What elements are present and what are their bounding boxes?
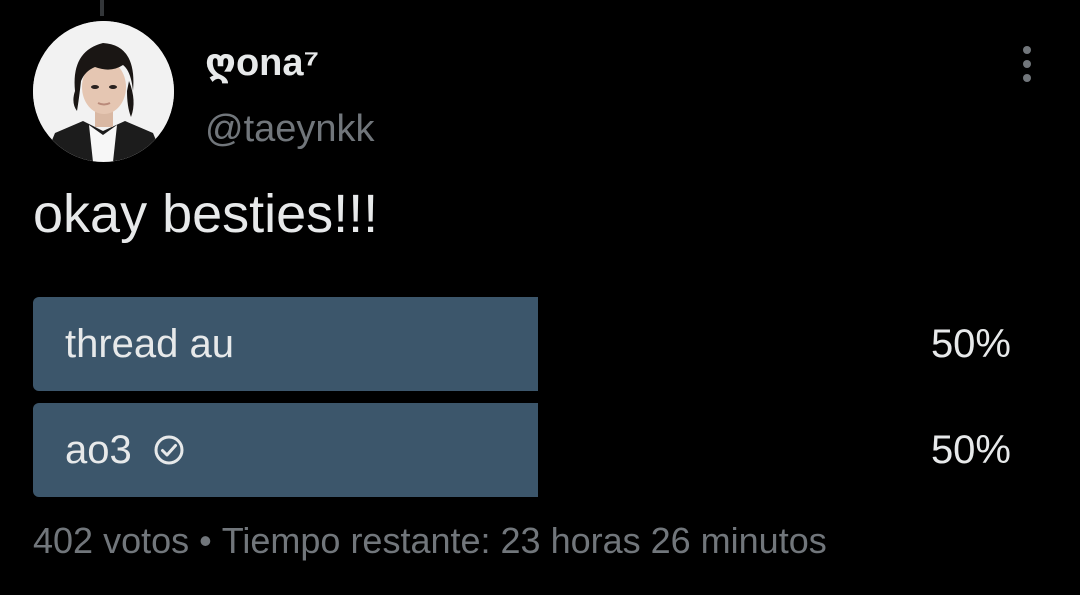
user-handle[interactable]: @taeynkk [205, 104, 375, 154]
poll-option-label: ao3 [65, 428, 132, 472]
poll-meta-separator: • [199, 520, 212, 561]
poll-option: thread au 50% [33, 297, 1043, 391]
poll-vote-count: 402 votos [33, 520, 190, 561]
poll: thread au 50% ao3 50% [33, 297, 1043, 509]
poll-option-percent: 50% [930, 322, 1011, 366]
thread-connector-line [100, 0, 104, 16]
tweet-text: okay besties!!! [33, 184, 379, 244]
poll-meta: 402 votos • Tiempo restante: 23 horas 26 m… [33, 518, 827, 564]
poll-option-percent: 50% [930, 428, 1011, 472]
poll-option-selected: ao3 50% [33, 403, 1043, 497]
more-options-button[interactable] [1010, 42, 1044, 86]
avatar[interactable] [33, 21, 174, 162]
profile-photo-icon [33, 21, 174, 162]
poll-option-label: thread au [65, 322, 235, 366]
vertical-dots-icon [1023, 46, 1031, 82]
poll-time-remaining: Tiempo restante: 23 horas 26 minutos [221, 520, 827, 561]
display-name[interactable]: ღona⁷ [205, 38, 319, 88]
check-circle-icon [152, 433, 186, 467]
